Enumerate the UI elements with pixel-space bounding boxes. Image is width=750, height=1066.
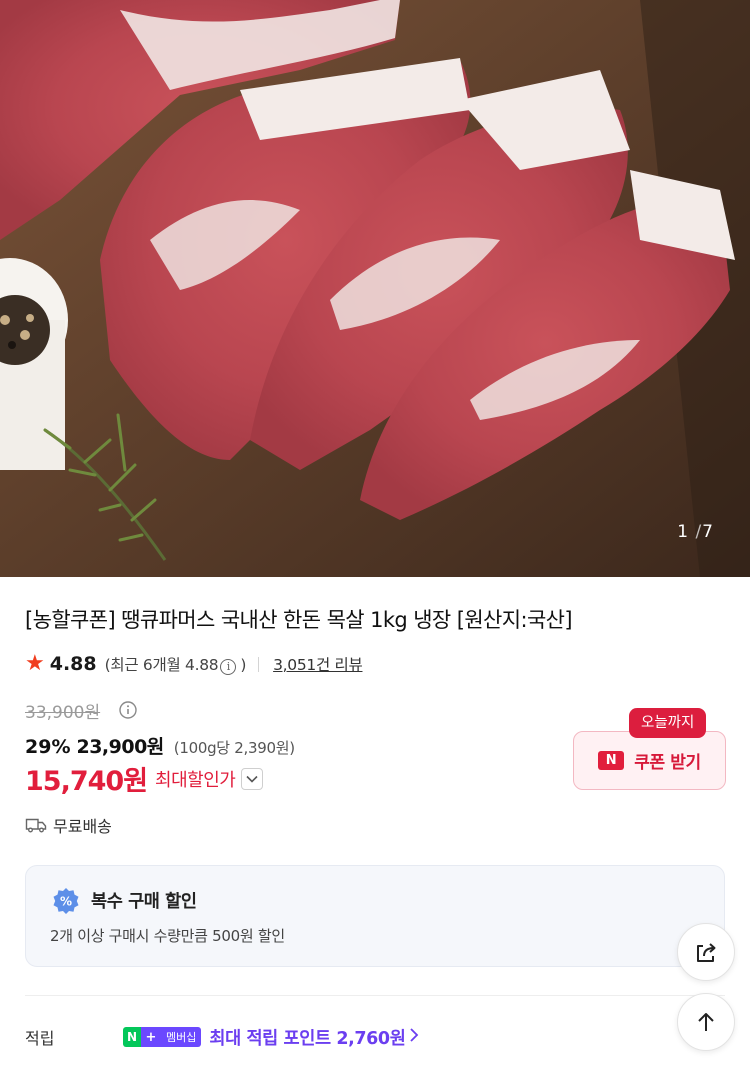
- scroll-to-top-button[interactable]: [677, 993, 735, 1051]
- naver-plus-membership-badge: N + 멤버십: [123, 1027, 202, 1047]
- chevron-right-icon: [409, 1027, 419, 1047]
- unit-price: (100g당 2,390원): [173, 739, 295, 757]
- star-icon: ★: [25, 651, 45, 676]
- price-info-icon[interactable]: [119, 701, 137, 723]
- truck-icon: [25, 818, 47, 833]
- product-image-gallery[interactable]: 1 /7: [0, 0, 750, 577]
- max-discount-price: 15,740원: [25, 766, 148, 797]
- delivery-label: 무료배송: [53, 817, 112, 836]
- sale-price: 23,900원: [76, 736, 164, 758]
- multi-buy-description: 2개 이상 구매시 수량만큼 500원 할인: [50, 927, 285, 945]
- info-icon[interactable]: i: [220, 659, 237, 675]
- naver-n-icon: N: [598, 751, 625, 770]
- rating-score: 4.88: [49, 653, 97, 675]
- max-discount-label: 최대할인가: [155, 769, 236, 791]
- multi-buy-title: 복수 구매 할인: [91, 892, 197, 912]
- get-coupon-button[interactable]: N 쿠폰 받기: [573, 731, 726, 790]
- sale-price-row: 29% 23,900원 (100g당 2,390원): [25, 732, 295, 759]
- divider: [258, 656, 260, 672]
- arrow-up-icon: [698, 1013, 714, 1031]
- share-icon: [697, 943, 716, 962]
- points-label: 적립: [25, 1029, 55, 1048]
- points-row[interactable]: 적립 N + 멤버십 최대 적립 포인트 2,760원: [25, 1023, 665, 1051]
- discount-badge-icon: %: [53, 888, 79, 914]
- coupon-deadline-badge: 오늘까지: [629, 708, 707, 738]
- multi-buy-discount-box: % 복수 구매 할인 2개 이상 구매시 수량만큼 500원 할인: [25, 865, 725, 967]
- share-button[interactable]: [677, 923, 735, 981]
- product-photo: [0, 0, 750, 577]
- svg-text:%: %: [60, 895, 72, 909]
- max-points-text: 최대 적립 포인트 2,760원: [209, 1028, 406, 1049]
- rating-row: ★ 4.88 (최근 6개월 4.88 i) 3,051건 리뷰: [25, 651, 363, 677]
- coupon-button-label: 쿠폰 받기: [634, 753, 701, 773]
- section-divider: [25, 995, 725, 996]
- delivery-info: 무료배송: [25, 813, 112, 837]
- image-page-counter: 1 /7: [677, 522, 714, 542]
- original-price: 33,900원: [25, 703, 101, 723]
- discount-rate: 29%: [25, 736, 71, 758]
- max-discount-row: 15,740원 최대할인가: [25, 759, 264, 798]
- chevron-down-icon[interactable]: [241, 767, 264, 790]
- review-count-link[interactable]: 3,051건 리뷰: [273, 653, 363, 675]
- recent-rating: (최근 6개월 4.88 i): [104, 656, 247, 675]
- product-title: [농할쿠폰] 땡큐파머스 국내산 한돈 목살 1kg 냉장 [원산지:국산]: [25, 608, 573, 632]
